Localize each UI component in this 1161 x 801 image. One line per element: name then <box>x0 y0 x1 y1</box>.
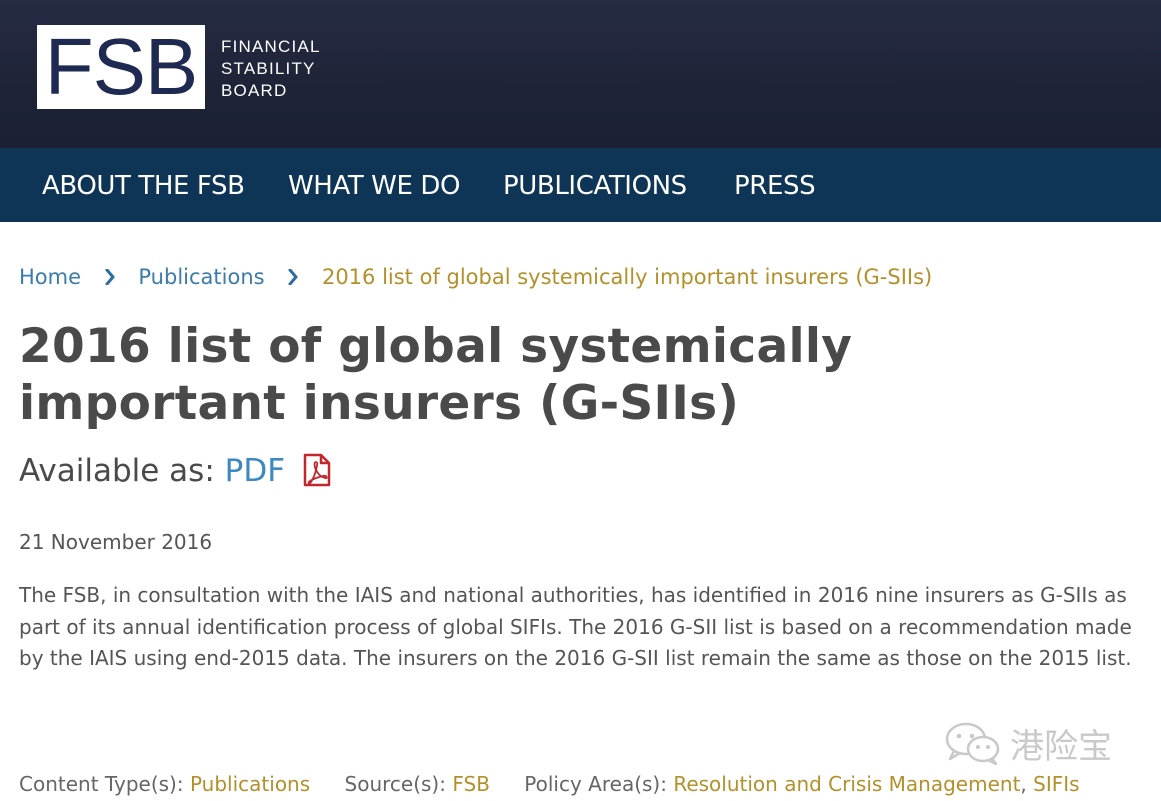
logo-text: FSB <box>44 22 199 111</box>
page-title: 2016 list of global systemically importa… <box>19 319 853 431</box>
summary-paragraph: The FSB, in consultation with the IAIS a… <box>19 583 1132 670</box>
chevron-right-icon <box>88 262 132 292</box>
watermark: 港险宝 <box>944 718 1112 768</box>
policy-separator: , <box>1020 772 1027 796</box>
nav-item-press[interactable]: PRESS <box>734 148 816 222</box>
site-header: FSB FINANCIAL STABILITY BOARD <box>0 0 1161 148</box>
fsb-logo[interactable]: FSB <box>37 25 205 109</box>
content-type-label: Content Type(s): <box>19 772 184 796</box>
meta-line: Content Type(s): Publications Source(s):… <box>19 768 1080 800</box>
logo-subtitle-line: BOARD <box>221 81 288 100</box>
page: FSB FINANCIAL STABILITY BOARD ABOUT THE … <box>0 0 1161 801</box>
main-nav: ABOUT THE FSB WHAT WE DO PUBLICATIONS PR… <box>0 148 1161 222</box>
source-link[interactable]: FSB <box>452 772 490 796</box>
nav-item-publications[interactable]: PUBLICATIONS <box>503 148 687 222</box>
source-label: Source(s): <box>344 772 446 796</box>
breadcrumb-publications[interactable]: Publications <box>138 265 264 289</box>
pdf-link[interactable]: PDF <box>225 453 285 489</box>
publication-date: 21 November 2016 <box>19 530 213 554</box>
breadcrumb: Home Publications 2016 list of global sy… <box>19 262 932 292</box>
logo-subtitle-line: FINANCIAL <box>221 37 321 56</box>
policy-area-link-resolution[interactable]: Resolution and Crisis Management <box>673 772 1020 796</box>
content-type-link[interactable]: Publications <box>190 772 310 796</box>
available-label: Available as: <box>19 453 215 489</box>
breadcrumb-home[interactable]: Home <box>19 265 81 289</box>
policy-area-label: Policy Area(s): <box>524 772 667 796</box>
chevron-right-icon <box>271 262 315 292</box>
breadcrumb-current[interactable]: 2016 list of global systemically importa… <box>322 265 932 289</box>
logo-subtitle-line: STABILITY <box>221 59 316 78</box>
watermark-text: 港险宝 <box>1010 726 1112 767</box>
wechat-icon <box>945 722 1000 765</box>
available-formats: Available as: PDF <box>19 448 333 494</box>
nav-item-about[interactable]: ABOUT THE FSB <box>42 148 245 222</box>
logo-subtitle: FINANCIAL STABILITY BOARD <box>221 36 321 102</box>
nav-item-what-we-do[interactable]: WHAT WE DO <box>288 148 460 222</box>
policy-area-link-sifis[interactable]: SIFIs <box>1033 772 1079 796</box>
pdf-file-icon[interactable] <box>301 453 333 500</box>
